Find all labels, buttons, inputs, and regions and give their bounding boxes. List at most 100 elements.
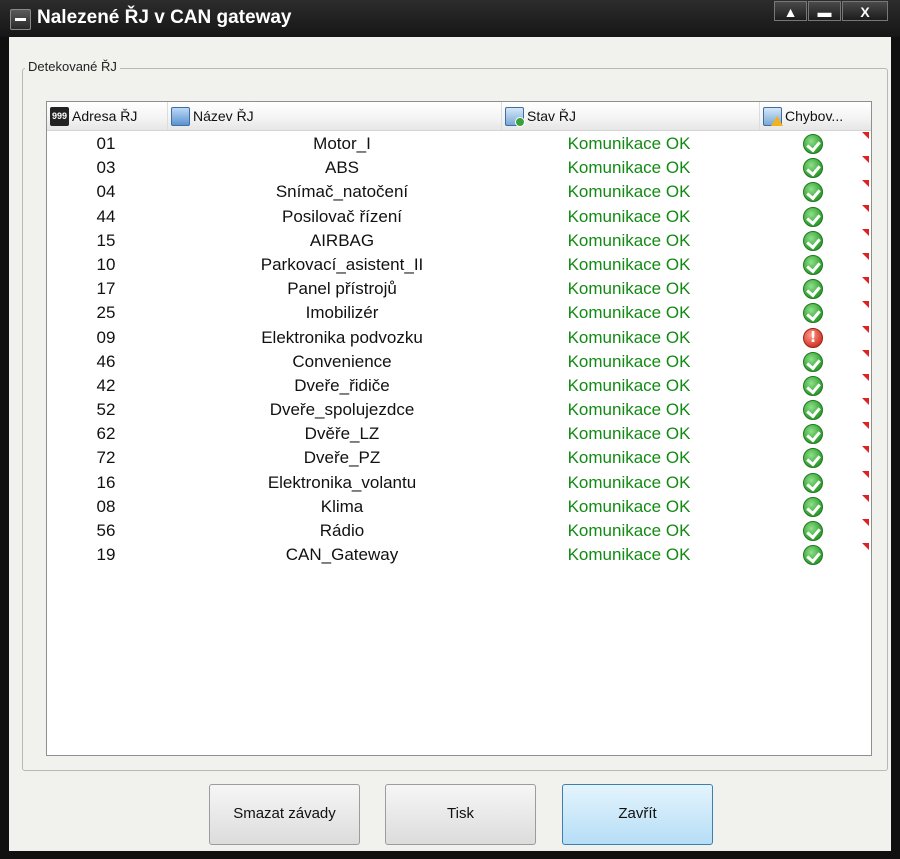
unit-name: Parkovací_asistent_II	[260, 254, 424, 274]
row-marker-icon	[862, 180, 869, 188]
clear-faults-button[interactable]: Smazat závady	[209, 784, 360, 845]
unit-address: 19	[96, 545, 116, 565]
unit-state: Komunikace OK	[567, 303, 691, 323]
ok-status-icon	[803, 134, 823, 154]
list-item[interactable]: 15 AIRBAG Komunikace OK	[47, 228, 871, 253]
list-item[interactable]: 19 CAN_Gateway Komunikace OK	[47, 543, 871, 567]
unit-state: Komunikace OK	[567, 400, 691, 420]
row-marker-icon	[862, 398, 869, 406]
list-item[interactable]: 04 Snímač_natočení Komunikace OK	[47, 180, 871, 204]
row-marker-icon	[862, 373, 869, 381]
ok-status-icon	[803, 400, 823, 421]
unit-state: Komunikace OK	[567, 521, 691, 540]
row-marker-icon	[862, 277, 869, 285]
row-marker-icon	[862, 470, 869, 478]
print-button[interactable]: Tisk	[385, 784, 536, 845]
unit-address: 10	[96, 254, 116, 274]
unit-state: Komunikace OK	[567, 327, 691, 347]
row-marker-icon	[862, 301, 869, 309]
column-header-address[interactable]: 999 Adresa ŘJ	[47, 102, 168, 130]
close-window-button[interactable]: X	[842, 1, 888, 21]
row-marker-icon	[862, 349, 869, 357]
column-header-errors-label: Chybov...	[785, 108, 844, 124]
unit-address: 56	[96, 521, 116, 540]
row-marker-icon	[862, 543, 869, 551]
ok-status-icon	[803, 521, 823, 541]
list-item[interactable]: 17 Panel přístrojů Komunikace OK	[47, 277, 871, 301]
unit-address: 46	[96, 351, 116, 371]
row-marker-icon	[862, 519, 869, 526]
list-item[interactable]: 52 Dveře_spolujezdce Komunikace OK	[47, 398, 871, 422]
units-list-view[interactable]: 999 Adresa ŘJ Název ŘJ Stav ŘJ Chybov... …	[46, 101, 872, 756]
warning-document-icon	[763, 106, 783, 126]
unit-address: 01	[96, 134, 116, 153]
title-bar: Nalezené ŘJ v CAN gateway ▲ ▬ X	[0, 0, 900, 37]
document-icon	[171, 106, 190, 126]
row-marker-icon	[862, 156, 869, 164]
unit-address: 62	[96, 424, 116, 444]
list-item[interactable]: 42 Dveře_řidiče Komunikace OK	[47, 373, 871, 398]
system-menu-icon[interactable]	[10, 9, 31, 30]
ok-status-icon	[803, 424, 823, 445]
column-header-address-label: Adresa ŘJ	[72, 108, 138, 124]
ok-status-icon	[803, 303, 823, 324]
list-item[interactable]: 62 Dvěře_LZ Komunikace OK	[47, 422, 871, 446]
ok-status-icon	[803, 254, 823, 275]
ok-status-icon	[803, 375, 823, 396]
ok-status-icon	[803, 206, 823, 227]
close-button[interactable]: Zavřít	[562, 784, 713, 845]
list-item[interactable]: 46 Convenience Komunikace OK	[47, 349, 871, 374]
list-item[interactable]: 01 Motor_I Komunikace OK	[47, 132, 871, 156]
error-status-icon	[803, 327, 823, 348]
list-item[interactable]: 03 ABS Komunikace OK	[47, 156, 871, 180]
list-item[interactable]: 25 Imobilizér Komunikace OK	[47, 301, 871, 325]
unit-name: Convenience	[292, 351, 392, 371]
unit-address: 04	[96, 182, 116, 202]
unit-state: Komunikace OK	[567, 448, 691, 468]
column-header-state-label: Stav ŘJ	[527, 108, 577, 124]
unit-name: Dvěře_LZ	[304, 424, 380, 444]
list-item[interactable]: 16 Elektronika_volantu Komunikace OK	[47, 470, 871, 495]
list-item[interactable]: 72 Dveře_PZ Komunikace OK	[47, 446, 871, 470]
row-marker-icon	[862, 422, 869, 430]
row-marker-icon	[862, 446, 869, 454]
unit-state: Komunikace OK	[567, 375, 691, 395]
unit-state: Komunikace OK	[567, 424, 691, 444]
unit-name: Klima	[320, 496, 364, 516]
unit-name: Rádio	[319, 521, 365, 540]
row-marker-icon	[862, 132, 869, 139]
unit-name: Elektronika podvozku	[261, 327, 423, 347]
ok-status-icon	[803, 496, 823, 517]
column-header-name[interactable]: Název ŘJ	[168, 102, 502, 130]
unit-name: Posilovač řízení	[282, 206, 402, 226]
row-marker-icon	[862, 325, 869, 333]
unit-address: 16	[96, 472, 116, 492]
column-header-name-label: Název ŘJ	[193, 108, 254, 124]
unit-name: CAN_Gateway	[285, 545, 399, 565]
unit-name: Dveře_spolujezdce	[269, 400, 415, 420]
minimize-button[interactable]: ▬	[808, 1, 841, 21]
unit-address: 25	[96, 303, 116, 323]
unit-name: Dveře_PZ	[303, 448, 381, 468]
unit-state: Komunikace OK	[567, 206, 691, 226]
restore-button[interactable]: ▲	[774, 1, 807, 21]
dialog-client-area: Detekované ŘJ 999 Adresa ŘJ Název ŘJ Stav…	[9, 37, 891, 851]
unit-address: 03	[96, 158, 116, 178]
column-header-errors[interactable]: Chybov...	[760, 102, 871, 130]
list-item[interactable]: 44 Posilovač řízení Komunikace OK	[47, 204, 871, 229]
unit-address: 52	[96, 400, 116, 420]
unit-name: Motor_I	[313, 134, 371, 153]
unit-state: Komunikace OK	[567, 158, 691, 178]
unit-state: Komunikace OK	[567, 496, 691, 516]
unit-address: 72	[96, 448, 116, 468]
list-item[interactable]: 10 Parkovací_asistent_II Komunikace OK	[47, 252, 871, 277]
column-header-state[interactable]: Stav ŘJ	[502, 102, 760, 130]
list-item[interactable]: 08 Klima Komunikace OK	[47, 494, 871, 519]
list-item[interactable]: 56 Rádio Komunikace OK	[47, 519, 871, 543]
unit-address: 17	[96, 279, 116, 299]
list-item[interactable]: 09 Elektronika podvozku Komunikace OK	[47, 325, 871, 350]
unit-state: Komunikace OK	[567, 279, 691, 299]
ok-status-icon	[803, 351, 823, 372]
unit-state: Komunikace OK	[567, 182, 691, 202]
unit-address: 09	[96, 327, 116, 347]
